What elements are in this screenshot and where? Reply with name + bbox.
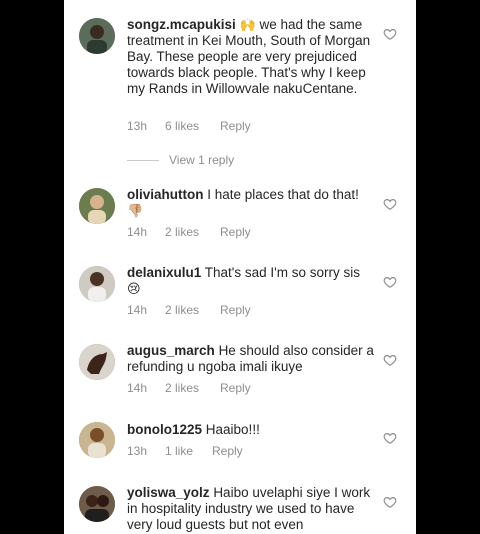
avatar[interactable] (79, 18, 115, 54)
comment-body: That's sad I'm so sorry sis (204, 265, 360, 280)
divider-line (127, 159, 159, 161)
heart-outline-icon[interactable] (383, 431, 397, 445)
reply-button[interactable]: Reply (220, 381, 251, 395)
comment-time: 13h (127, 119, 148, 133)
thumbs-down-emoji: 👎🏼 (127, 203, 144, 218)
comment-text: augus_march He should also consider a re… (127, 343, 377, 375)
comment-meta: 13h 1 like Reply (127, 444, 243, 458)
reply-button[interactable]: Reply (212, 444, 243, 458)
comment-text: songz.mcapukisi 🙌 we had the same treatm… (127, 17, 377, 97)
reply-button[interactable]: Reply (220, 303, 251, 317)
avatar[interactable] (79, 422, 115, 458)
comment-text: yoliswa_yolz Haibo uvelaphi siye I work … (127, 485, 377, 533)
comment-body: Haaibo!!! (205, 422, 260, 437)
raised-hands-emoji: 🙌 (239, 17, 256, 32)
heart-outline-icon[interactable] (383, 353, 397, 367)
comment-likes[interactable]: 2 likes (165, 225, 220, 239)
heart-outline-icon[interactable] (383, 27, 397, 41)
comment-likes[interactable]: 1 like (165, 444, 212, 458)
comment-time: 14h (127, 225, 148, 239)
comment-username[interactable]: bonolo1225 (127, 422, 202, 437)
avatar[interactable] (79, 344, 115, 380)
comment-username[interactable]: yoliswa_yolz (127, 485, 210, 500)
heart-outline-icon[interactable] (383, 197, 397, 211)
comment-text: oliviahutton I hate places that do that!… (127, 187, 377, 219)
avatar[interactable] (79, 266, 115, 302)
comment-meta: 14h 2 likes Reply (127, 303, 251, 317)
comment-likes[interactable]: 6 likes (165, 119, 220, 133)
view-replies-button[interactable]: View 1 reply (127, 153, 234, 167)
comment-username[interactable]: oliviahutton (127, 187, 204, 202)
reply-button[interactable]: Reply (220, 225, 251, 239)
comment-text: bonolo1225 Haaibo!!! (127, 422, 377, 438)
comment-username[interactable]: songz.mcapukisi (127, 17, 236, 32)
comment-time: 14h (127, 303, 148, 317)
comments-panel: songz.mcapukisi 🙌 we had the same treatm… (64, 0, 416, 534)
comment-text: delanixulu1 That's sad I'm so sorry sis … (127, 265, 377, 297)
comment-meta: 13h 6 likes Reply (127, 119, 251, 133)
comment-username[interactable]: augus_march (127, 343, 215, 358)
avatar[interactable] (79, 188, 115, 224)
reply-button[interactable]: Reply (220, 119, 251, 133)
comment-time: 14h (127, 381, 148, 395)
comment-likes[interactable]: 2 likes (165, 303, 220, 317)
heart-outline-icon[interactable] (383, 495, 397, 509)
avatar[interactable] (79, 486, 115, 522)
comment-username[interactable]: delanixulu1 (127, 265, 201, 280)
view-replies-label: View 1 reply (169, 153, 235, 167)
heart-outline-icon[interactable] (383, 275, 397, 289)
comment-likes[interactable]: 2 likes (165, 381, 220, 395)
sad-face-emoji: 😢 (127, 281, 141, 296)
comment-body: I hate places that do that! (207, 187, 359, 202)
comment-meta: 14h 2 likes Reply (127, 225, 251, 239)
comment-time: 13h (127, 444, 148, 458)
comment-meta: 14h 2 likes Reply (127, 381, 251, 395)
